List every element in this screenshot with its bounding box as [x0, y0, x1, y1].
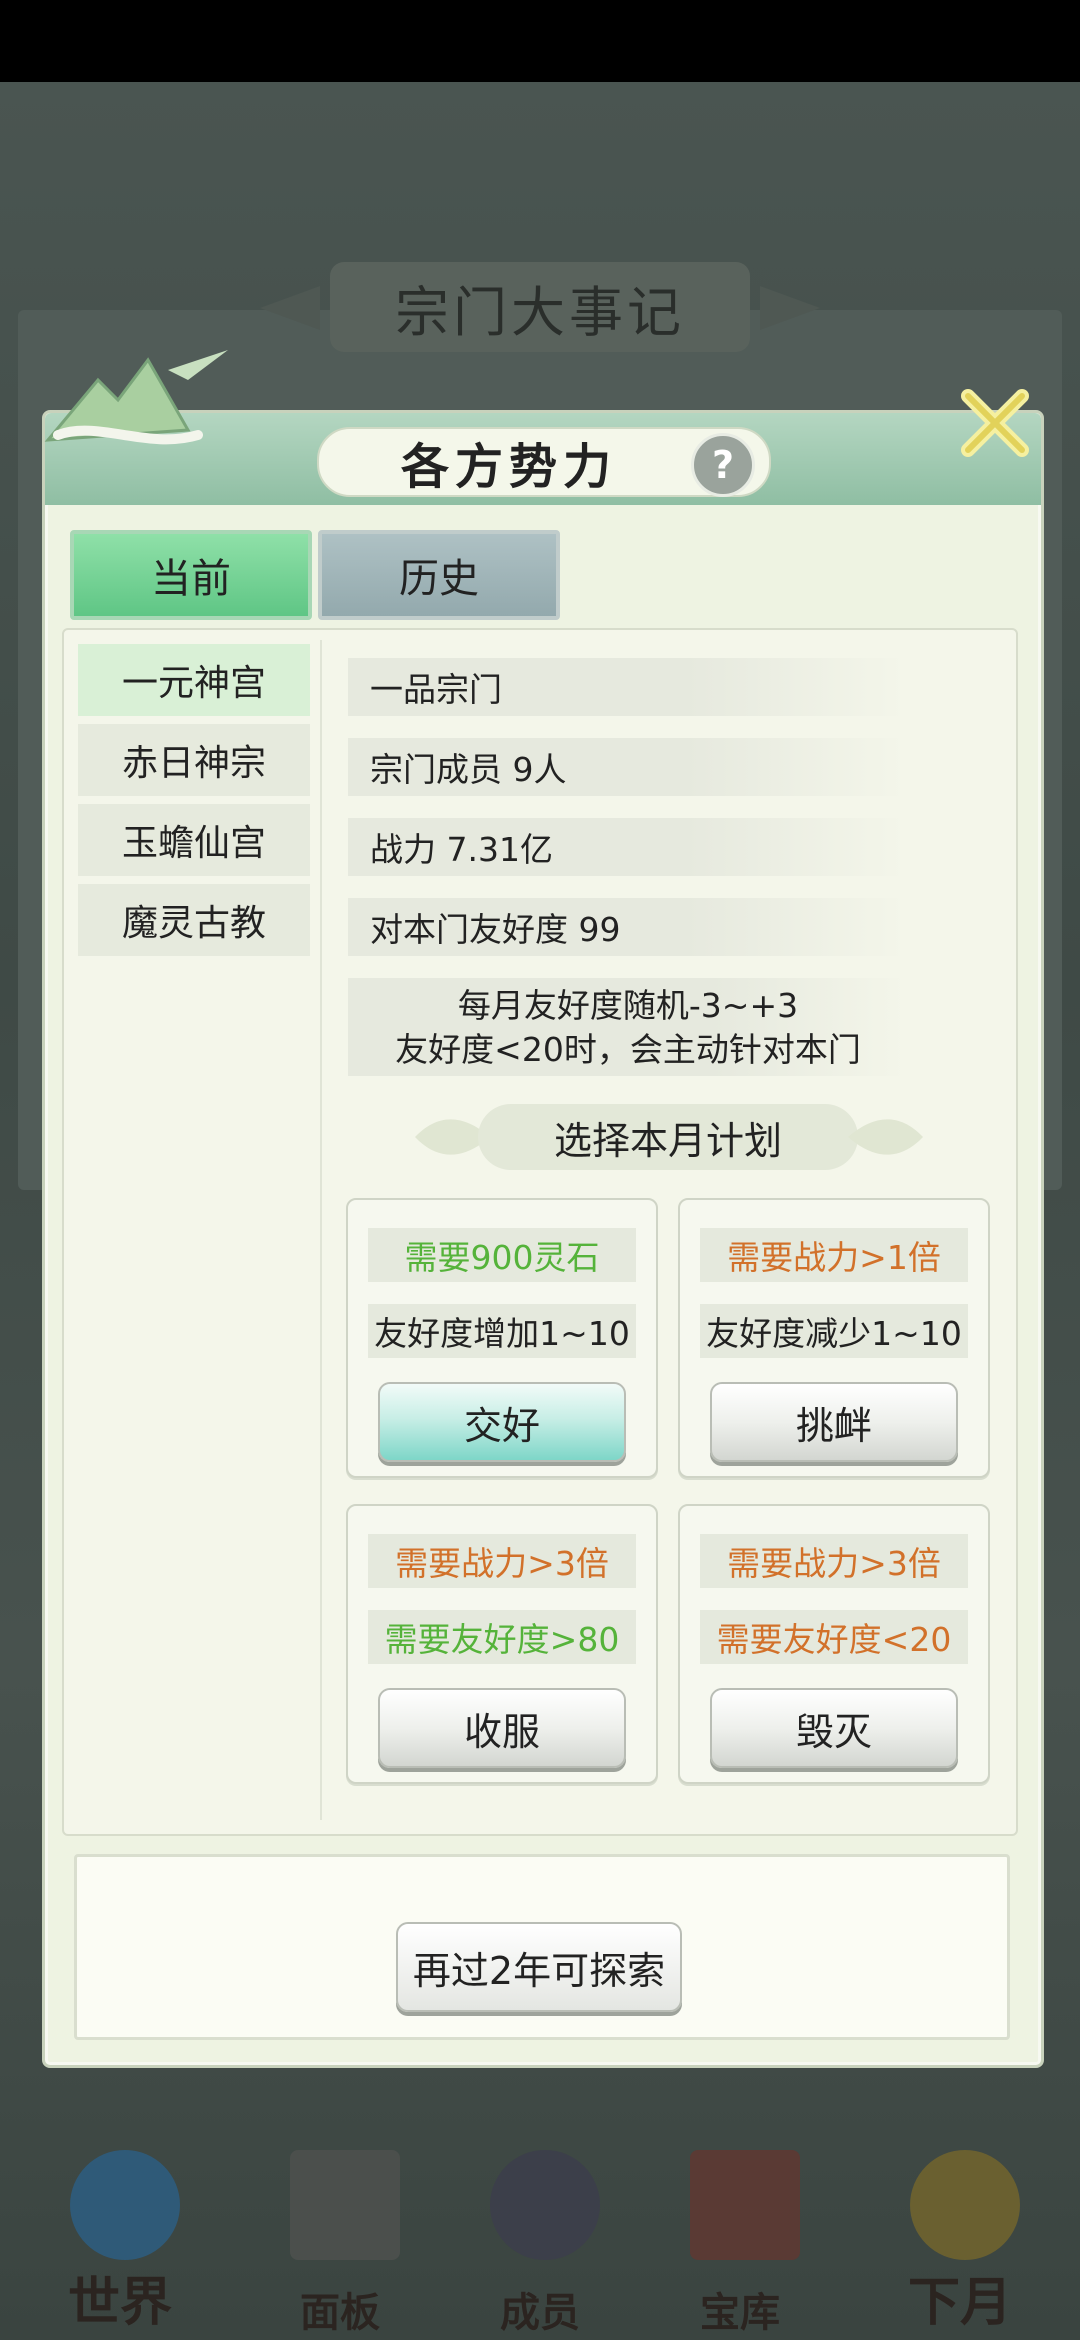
tab-history[interactable]: 历史	[318, 530, 560, 620]
help-button[interactable]: ?	[691, 433, 755, 497]
befriend-button[interactable]: 交好	[378, 1382, 626, 1462]
background-banner-title: 宗门大事记	[260, 262, 820, 352]
sect-members: 宗门成员 9人	[348, 738, 908, 796]
nav-members-label: 成员	[500, 2289, 580, 2336]
nav-next-month[interactable]: 下月	[860, 2120, 1060, 2340]
requirement: 需要友好度<20	[700, 1610, 968, 1664]
note-line-1: 每月友好度随机-3~+3	[457, 986, 799, 1025]
requirement: 需要战力>1倍	[700, 1228, 968, 1282]
requirement: 需要友好度>80	[368, 1610, 636, 1664]
sect-list: 一元神宫 赤日神宗 玉蟾仙宫 魔灵古教	[78, 644, 310, 964]
sect-rank: 一品宗门	[348, 658, 908, 716]
sect-item[interactable]: 赤日神宗	[78, 724, 310, 796]
nav-panel[interactable]: 面板	[240, 2120, 440, 2340]
panel-icon	[290, 2150, 400, 2260]
friendship-note: 每月友好度随机-3~+3 友好度<20时，会主动针对本门	[348, 978, 908, 1076]
plan-title: 选择本月计划	[478, 1104, 858, 1170]
sect-item[interactable]: 魔灵古教	[78, 884, 310, 956]
nav-panel-label: 面板	[300, 2289, 380, 2336]
status-bar	[0, 0, 1080, 82]
effect: 友好度减少1~10	[700, 1304, 968, 1358]
bottom-nav: 世界 面板 成员 宝库 下月	[0, 2120, 1080, 2340]
nav-treasury-label: 宝库	[700, 2289, 780, 2336]
requirement: 需要战力>3倍	[368, 1534, 636, 1588]
members-icon	[490, 2150, 600, 2260]
nav-world[interactable]: 世界	[20, 2120, 220, 2340]
nav-members[interactable]: 成员	[440, 2120, 640, 2340]
explore-button[interactable]: 再过2年可探索	[396, 1922, 682, 2012]
sect-friendship: 对本门友好度 99	[348, 898, 908, 956]
plan-card-befriend: 需要900灵石 友好度增加1~10 交好	[346, 1198, 658, 1478]
plan-card-destroy: 需要战力>3倍 需要友好度<20 毁灭	[678, 1504, 990, 1784]
right-wing-icon	[848, 1119, 923, 1155]
nav-treasury[interactable]: 宝库	[640, 2120, 840, 2340]
requirement: 需要900灵石	[368, 1228, 636, 1282]
nav-world-label: 世界	[67, 2272, 172, 2333]
dialog-title: 各方势力	[400, 439, 617, 495]
provoke-button[interactable]: 挑衅	[710, 1382, 958, 1462]
nav-next-month-label: 下月	[907, 2272, 1012, 2333]
treasury-icon	[690, 2150, 800, 2260]
plan-card-subdue: 需要战力>3倍 需要友好度>80 收服	[346, 1504, 658, 1784]
moon-icon	[910, 2150, 1020, 2260]
sect-item[interactable]: 玉蟾仙宫	[78, 804, 310, 876]
divider	[320, 640, 322, 1820]
plan-card-provoke: 需要战力>1倍 友好度减少1~10 挑衅	[678, 1198, 990, 1478]
subdue-button[interactable]: 收服	[378, 1688, 626, 1768]
title-pill: 各方势力 ?	[317, 427, 771, 497]
sect-item[interactable]: 一元神宫	[78, 644, 310, 716]
note-line-2: 友好度<20时，会主动针对本门	[395, 1030, 861, 1069]
close-icon[interactable]	[948, 378, 1040, 470]
requirement: 需要战力>3倍	[700, 1534, 968, 1588]
destroy-button[interactable]: 毁灭	[710, 1688, 958, 1768]
tab-current[interactable]: 当前	[70, 530, 312, 620]
world-icon	[70, 2150, 180, 2260]
sect-power: 战力 7.31亿	[348, 818, 908, 876]
effect: 友好度增加1~10	[368, 1304, 636, 1358]
mountain-deco-icon	[44, 350, 228, 445]
